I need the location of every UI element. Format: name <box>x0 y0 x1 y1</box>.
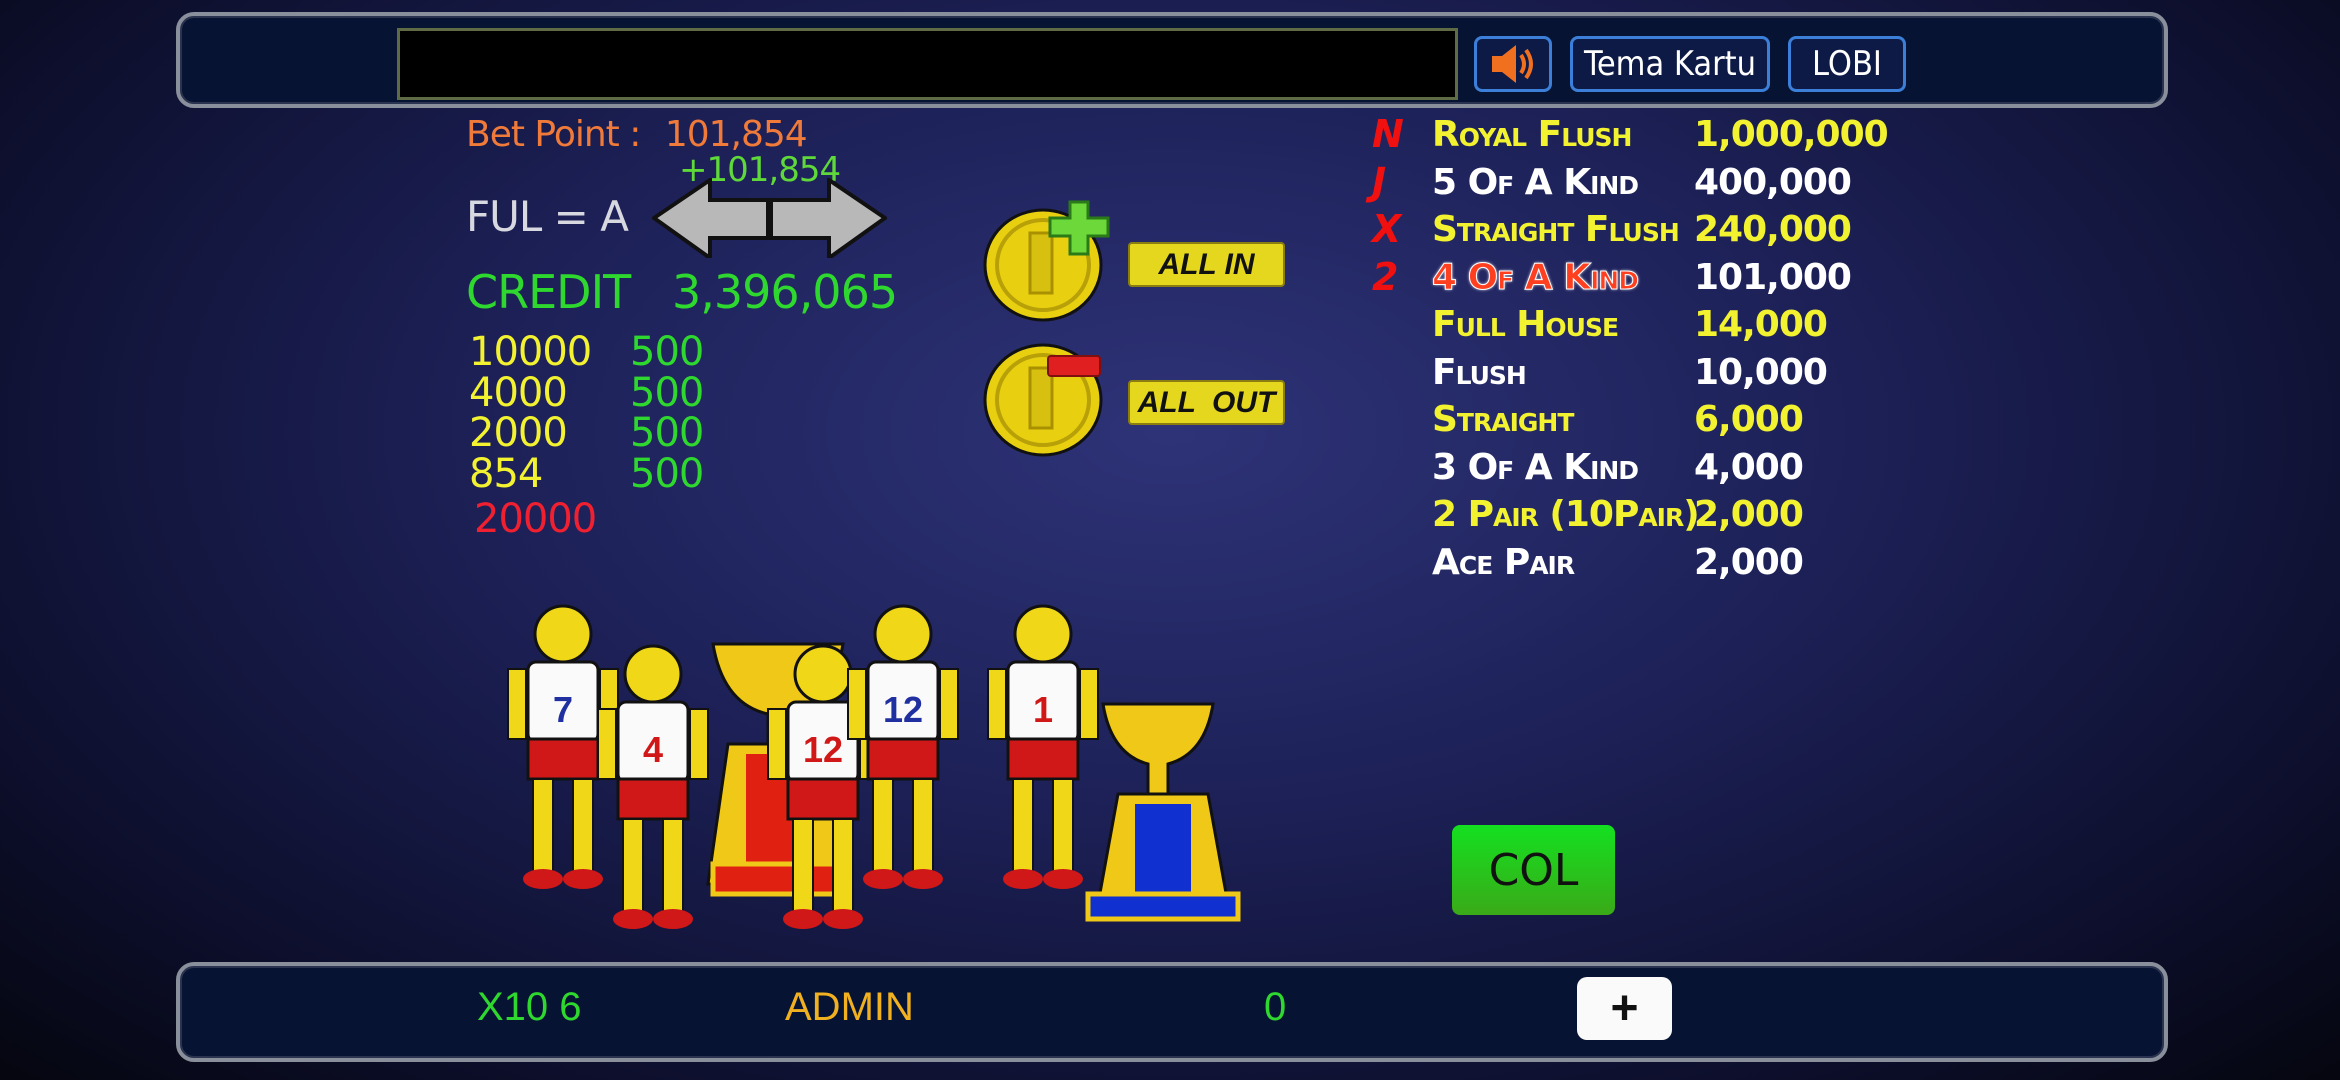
paytable-hand: 3 Of A Kind <box>1432 446 1639 488</box>
plus-button[interactable]: + <box>1577 977 1672 1040</box>
paytable-hand: Full House <box>1432 304 1619 345</box>
lobby-button[interactable]: LOBI <box>1788 36 1906 92</box>
chip-amount: 10000 <box>469 329 592 375</box>
bottom-bar <box>176 962 2168 1062</box>
svg-text:12: 12 <box>883 689 923 730</box>
paytable-payout: 400,000 <box>1694 161 1852 203</box>
paytable-hand: Straight <box>1432 399 1574 440</box>
chip-count: 500 <box>630 370 704 416</box>
paytable-row: Flush 10,000 <box>1372 350 1872 396</box>
bet-point-label: Bet Point : <box>466 114 641 155</box>
chip-amount: 4000 <box>469 370 568 416</box>
paytable-hand: Straight Flush <box>1432 209 1680 250</box>
message-display <box>397 28 1458 100</box>
paytable-payout: 2,000 <box>1694 541 1804 583</box>
paytable-hand: Ace Pair <box>1432 541 1575 583</box>
credit: CREDIT <box>466 265 631 319</box>
all-in-coin-icon[interactable] <box>980 198 1120 323</box>
paytable-row: X Straight Flush 240,000 <box>1372 207 1872 253</box>
chip-count: 500 <box>630 329 704 375</box>
all-in-button[interactable]: ALL IN <box>1128 242 1285 287</box>
paytable-hand: 2 Pair (10Pair) <box>1432 494 1700 535</box>
all-out-button[interactable]: ALL OUT <box>1128 380 1285 425</box>
chip-count: 500 <box>630 410 704 456</box>
credit-value: 3,396,065 <box>672 265 898 319</box>
paytable-row: Full House 14,000 <box>1372 302 1872 348</box>
arrow-left-icon[interactable] <box>652 178 770 258</box>
svg-text:4: 4 <box>643 729 663 770</box>
multiplier: X10 6 <box>477 985 582 1029</box>
score: 0 <box>1264 985 1287 1029</box>
paytable-payout: 14,000 <box>1694 304 1828 345</box>
chips-total: 20000 <box>474 496 597 542</box>
paytable-payout: 1,000,000 <box>1694 114 1889 155</box>
chip-amount: 854 <box>469 451 543 497</box>
paytable-letter: 2 <box>1372 254 1399 299</box>
all-out-coin-icon[interactable] <box>980 340 1120 465</box>
paytable-letter: J <box>1372 159 1387 204</box>
paytable-letter: X <box>1372 207 1402 251</box>
paytable-row: Straight 6,000 <box>1372 397 1872 443</box>
paytable-payout: 101,000 <box>1694 256 1852 298</box>
bet-point-value: 101,854 <box>664 114 808 155</box>
bet-point: Bet Point : 101,854 <box>466 114 808 155</box>
sound-button[interactable] <box>1474 36 1552 92</box>
paytable-letter: N <box>1372 112 1404 156</box>
collect-button[interactable]: COL <box>1452 825 1615 915</box>
chip-count: 500 <box>630 451 704 497</box>
trophy-icon <box>1085 702 1241 922</box>
arrow-right-icon[interactable] <box>769 178 887 258</box>
bet-arrows <box>652 178 887 258</box>
paytable-row: 2 Pair (10Pair) 2,000 <box>1372 492 1872 538</box>
speaker-icon <box>1492 45 1533 83</box>
paytable-hand: 5 Of A Kind <box>1432 161 1639 203</box>
paytable-payout: 240,000 <box>1694 209 1852 250</box>
paytable-hand: Royal Flush <box>1432 114 1632 155</box>
paytable-payout: 6,000 <box>1694 399 1804 440</box>
basketball-team-illustration: 7 4 12 12 1 <box>507 604 1241 929</box>
paytable-payout: 10,000 <box>1694 351 1828 393</box>
paytable-hand: Flush <box>1432 351 1527 393</box>
paytable-hand: 4 Of A Kind <box>1431 256 1639 298</box>
theme-button[interactable]: Tema Kartu <box>1570 36 1770 92</box>
paytable-row: J 5 Of A Kind 400,000 <box>1372 160 1872 206</box>
svg-text:7: 7 <box>553 689 573 730</box>
player-figure: 1 <box>987 604 1099 889</box>
username: ADMIN <box>785 985 914 1029</box>
svg-text:1: 1 <box>1033 689 1053 730</box>
credit-label: CREDIT <box>466 265 631 319</box>
paytable-row: N Royal Flush 1,000,000 <box>1372 112 1889 158</box>
paytable-payout: 4,000 <box>1694 446 1804 488</box>
paytable-row: 3 Of A Kind 4,000 <box>1372 445 1872 491</box>
svg-text:12: 12 <box>803 729 843 770</box>
chip-amount: 2000 <box>469 410 568 456</box>
ful-label: FUL = A <box>466 192 629 241</box>
paytable-row: Ace Pair 2,000 <box>1372 540 1872 586</box>
paytable-row: 2 4 Of A Kind 101,000 <box>1372 255 1872 301</box>
paytable-payout: 2,000 <box>1694 494 1804 535</box>
